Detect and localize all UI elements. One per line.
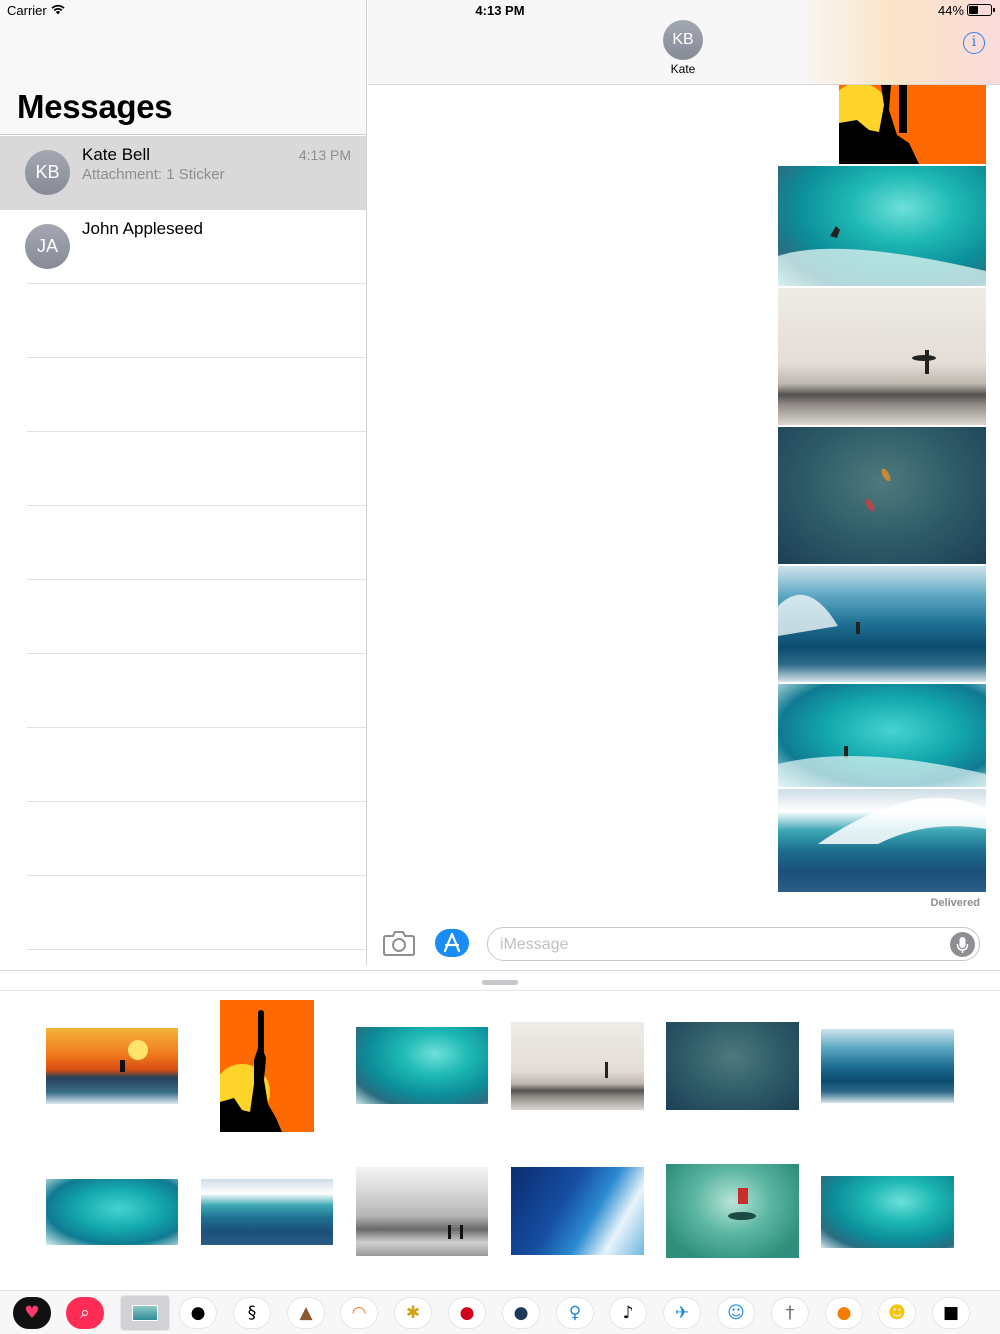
camera-icon[interactable]: [383, 930, 415, 956]
globe-app-icon[interactable]: ●: [502, 1297, 540, 1329]
contact-name[interactable]: Kate: [633, 62, 733, 76]
ladybug-app-icon[interactable]: ●: [448, 1297, 486, 1329]
battery-icon: [967, 4, 995, 16]
figure-app-icon[interactable]: ☺: [717, 1297, 755, 1329]
drawer-grabber[interactable]: [482, 980, 518, 985]
sticker-browser: [0, 970, 1000, 1334]
message-photo-sunset-silhouette[interactable]: [839, 85, 986, 164]
sticker-turquoise-wave[interactable]: [356, 1027, 488, 1104]
battery-percent: 44%: [937, 3, 964, 18]
message-photo-misty-beach[interactable]: [778, 288, 986, 425]
message-photo-big-wave[interactable]: [778, 789, 986, 892]
sticker-misty-beach[interactable]: [511, 1022, 644, 1110]
conversation-row-john-appleseed[interactable]: JA John Appleseed: [0, 210, 366, 284]
row-divider: [27, 283, 366, 284]
microphone-icon[interactable]: [950, 932, 975, 957]
row-divider: [27, 505, 366, 506]
pumpkin-app-icon[interactable]: ●: [825, 1297, 863, 1329]
row-divider: [27, 727, 366, 728]
app-store-icon[interactable]: [435, 929, 469, 957]
message-photo-aerial-surfers[interactable]: [778, 427, 986, 564]
row-divider: [27, 653, 366, 654]
rainbow-app-icon[interactable]: ◠: [340, 1297, 378, 1329]
pig-app-icon[interactable]: ■: [932, 1297, 970, 1329]
sticker-barrel-wave[interactable]: [821, 1029, 954, 1103]
row-divider: [27, 357, 366, 358]
avatar: KB: [25, 150, 70, 195]
surf-stickers-app-icon[interactable]: [120, 1295, 170, 1331]
conversation-name: John Appleseed: [82, 219, 203, 238]
sticker-orange-silhouette[interactable]: [220, 1000, 314, 1132]
sticker-big-wave[interactable]: [201, 1179, 333, 1245]
runner-app-icon[interactable]: ✈: [663, 1297, 701, 1329]
row-divider: [27, 431, 366, 432]
row-divider: [27, 875, 366, 876]
sticker-black-white-beach[interactable]: [356, 1167, 488, 1256]
sticker-sunset-surfer[interactable]: [46, 1028, 178, 1104]
sticker-deep-blue-wave[interactable]: [511, 1167, 644, 1255]
message-photo-turquoise-wave[interactable]: [778, 166, 986, 286]
balloon-app-icon[interactable]: ♀: [556, 1297, 594, 1329]
row-divider: [27, 949, 366, 950]
sticker-aerial-surfers[interactable]: [666, 1022, 799, 1110]
message-photo-barrel-wave[interactable]: [778, 566, 986, 682]
contact-avatar[interactable]: KB: [663, 20, 703, 60]
treble-clef-app-icon[interactable]: ♪: [609, 1297, 647, 1329]
info-icon[interactable]: i: [963, 32, 985, 54]
sticker-turquoise-wave-2[interactable]: [46, 1179, 178, 1245]
fingerprint-app-icon[interactable]: §: [233, 1297, 271, 1329]
page-title: Messages: [17, 88, 173, 125]
avatar: JA: [25, 224, 70, 269]
heart-sticker-app-icon[interactable]: ♥: [13, 1297, 51, 1329]
smiley-app-icon[interactable]: ☻: [878, 1297, 916, 1329]
conversation-time: 4:13 PM: [298, 147, 351, 163]
sticker-turquoise-barrel[interactable]: [821, 1176, 954, 1248]
search-images-app-icon[interactable]: ⌕: [66, 1297, 104, 1329]
sticker-green-wave-surfer[interactable]: [666, 1164, 799, 1258]
row-divider: [27, 579, 366, 580]
hat-app-icon[interactable]: ●: [179, 1297, 217, 1329]
message-input[interactable]: [500, 934, 940, 956]
cake-app-icon[interactable]: ▲: [287, 1297, 325, 1329]
status-time: 4:13 PM: [475, 3, 525, 18]
message-input-field[interactable]: [487, 927, 980, 961]
golfer-app-icon[interactable]: †: [771, 1297, 809, 1329]
conversation-list-pane: Messages KB Kate Bell Attachment: 1 Stic…: [0, 0, 367, 965]
bee-app-icon[interactable]: ✱: [394, 1297, 432, 1329]
delivered-status: Delivered: [930, 897, 980, 909]
message-photo-turquoise-wave-2[interactable]: [778, 684, 986, 787]
conversation-name: Kate Bell: [82, 145, 151, 164]
conversation-row-kate-bell[interactable]: KB Kate Bell Attachment: 1 Sticker 4:13 …: [0, 136, 366, 210]
imessage-app-strip: ♥ ⌕ ● § ▲ ◠ ✱ ● ● ♀ ♪ ✈ ☺ † ● ☻ ■: [0, 1290, 1000, 1334]
divider: [0, 990, 1000, 991]
conversation-preview: Attachment: 1 Sticker: [82, 166, 225, 183]
row-divider: [27, 801, 366, 802]
status-bar: Carrier 4:13 PM 44%: [0, 0, 1000, 22]
